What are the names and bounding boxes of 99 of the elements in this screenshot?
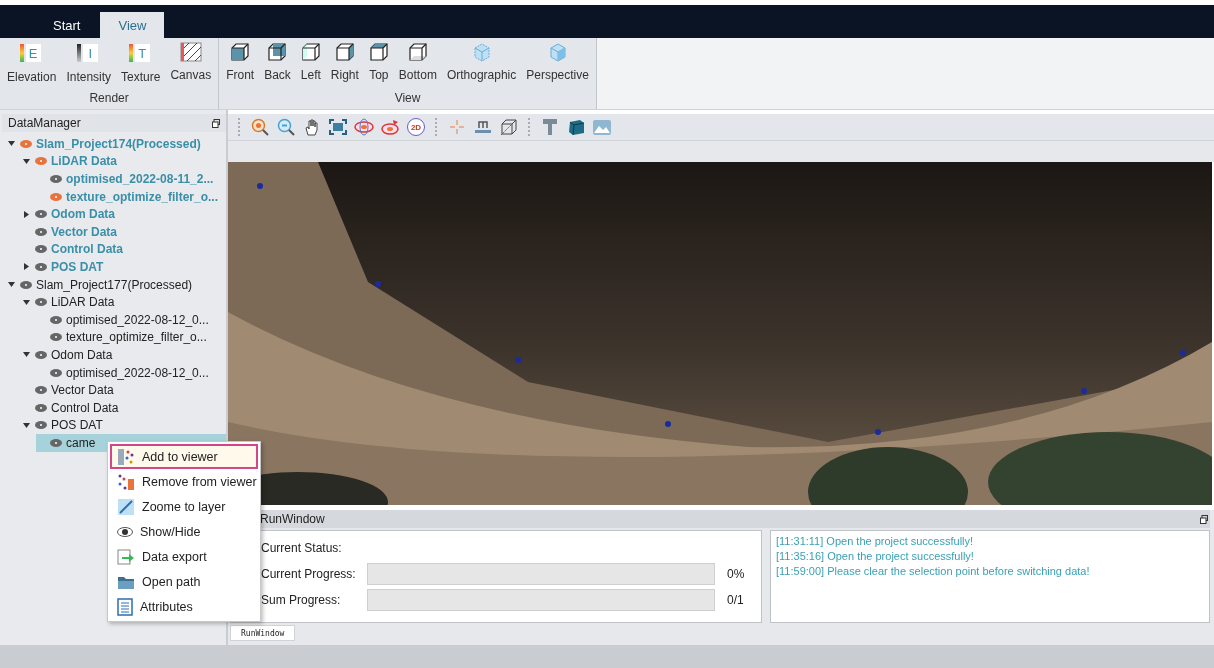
ribbon-button[interactable]: T Texture bbox=[116, 38, 166, 91]
menu-item[interactable]: Data export bbox=[110, 544, 258, 569]
orbit-icon[interactable] bbox=[351, 118, 377, 136]
cube-icon bbox=[407, 42, 428, 62]
caret-icon[interactable] bbox=[7, 140, 15, 148]
status-label: Current Status: bbox=[261, 541, 343, 555]
ribbon-button[interactable]: Bottom bbox=[393, 38, 442, 91]
tree-item[interactable]: Control Data bbox=[21, 398, 226, 417]
eye-icon[interactable] bbox=[35, 421, 47, 430]
scatter-remove-icon bbox=[117, 472, 135, 491]
tree-item[interactable]: POS DAT bbox=[21, 416, 226, 435]
ribbon-button-label: Perspective bbox=[526, 68, 589, 82]
caret-icon[interactable] bbox=[22, 157, 30, 165]
group-label: View bbox=[393, 91, 422, 107]
tree-item[interactable]: optimised_2022-08-12_0... bbox=[36, 310, 226, 329]
ribbon-button[interactable]: Right bbox=[325, 38, 364, 91]
caret-icon[interactable] bbox=[22, 351, 30, 359]
group-label: Render bbox=[88, 91, 130, 107]
eye-icon[interactable] bbox=[50, 368, 62, 377]
list-document-icon bbox=[117, 597, 133, 616]
eye-icon[interactable] bbox=[35, 350, 47, 359]
restore-icon[interactable] bbox=[1200, 514, 1208, 524]
eye-icon[interactable] bbox=[20, 139, 32, 148]
ribbon-button-label: Right bbox=[330, 68, 359, 82]
scatter-dots-icon bbox=[117, 447, 135, 466]
eye-icon[interactable] bbox=[35, 210, 47, 219]
eye-icon[interactable] bbox=[35, 403, 47, 412]
ribbon-button-label: Elevation bbox=[7, 70, 57, 84]
ribbon-button-label: Orthographic bbox=[446, 68, 517, 82]
progress-label: Current Progress: bbox=[261, 567, 357, 581]
progress-reading: 0/1 bbox=[726, 593, 745, 607]
ribbon-button-label: Bottom bbox=[398, 68, 437, 82]
tree-item[interactable]: optimised_2022-08-12_0... bbox=[36, 363, 226, 382]
progress-label: Sum Progress: bbox=[261, 593, 342, 607]
cube-icon bbox=[547, 42, 568, 62]
menu-item[interactable]: Show/Hide bbox=[110, 519, 258, 544]
caret-icon[interactable] bbox=[22, 263, 30, 271]
menu-item[interactable]: Remove from viewer bbox=[110, 469, 258, 494]
menu-item[interactable]: Attributes bbox=[110, 594, 258, 619]
ribbon-button[interactable]: Left bbox=[295, 38, 326, 91]
caret-icon[interactable] bbox=[22, 421, 30, 429]
ribbon-button[interactable]: Canvas bbox=[165, 38, 217, 91]
menu-item[interactable]: Open path bbox=[110, 569, 258, 594]
eye-icon[interactable] bbox=[50, 333, 62, 342]
menu-item[interactable]: Zoome to layer bbox=[110, 494, 258, 519]
tree-item[interactable]: Odom Data bbox=[21, 346, 226, 364]
hatch-icon bbox=[179, 42, 202, 62]
eye-icon[interactable] bbox=[35, 227, 47, 236]
tree-item[interactable]: Slam_Project177(Processed) bbox=[6, 275, 226, 294]
eye-icon[interactable] bbox=[50, 192, 62, 201]
ribbon-button[interactable]: E Elevation bbox=[2, 38, 62, 91]
ribbon-button-label: Top bbox=[369, 68, 389, 82]
cube-icon bbox=[230, 42, 251, 62]
cube-icon bbox=[334, 42, 355, 62]
eye-icon[interactable] bbox=[50, 438, 62, 447]
ribbon-button-label: Canvas bbox=[170, 68, 212, 82]
panel-tab[interactable]: RunWindow bbox=[230, 625, 296, 641]
ribbon-button-label: Texture bbox=[121, 70, 161, 84]
tree-item[interactable]: texture_optimize_filter_o... bbox=[36, 328, 226, 347]
log-line: [11:35:16] Open the project successfully! bbox=[776, 549, 975, 564]
log-line: [11:59:00] Please clear the selection point before switching data! bbox=[776, 564, 1091, 579]
ribbon-button[interactable]: Top bbox=[363, 38, 394, 91]
progress-reading: 0% bbox=[726, 567, 746, 581]
ribbon-button[interactable]: Orthographic bbox=[441, 38, 522, 91]
ribbon-button-label: Left bbox=[300, 68, 321, 82]
tree-item[interactable]: LiDAR Data bbox=[21, 293, 226, 311]
eye-icon[interactable] bbox=[35, 298, 47, 307]
cube-icon bbox=[300, 42, 321, 62]
panel-title: RunWindow bbox=[260, 512, 325, 526]
export-arrow-icon bbox=[117, 547, 135, 566]
cube-icon bbox=[267, 42, 288, 62]
eye-icon[interactable] bbox=[35, 157, 47, 166]
ribbon-tab[interactable]: View bbox=[100, 12, 165, 38]
panel-title: DataManager bbox=[8, 116, 81, 130]
ribbon-button[interactable]: Perspective bbox=[521, 38, 594, 91]
ribbon-button-label: Front bbox=[226, 68, 255, 82]
eye-icon[interactable] bbox=[50, 175, 62, 183]
view-2d-button[interactable]: 2D bbox=[407, 118, 425, 136]
cube-icon bbox=[471, 42, 492, 62]
eye-icon[interactable] bbox=[35, 245, 47, 254]
tree-item[interactable]: Vector Data bbox=[21, 381, 226, 399]
caret-icon[interactable] bbox=[22, 298, 30, 306]
eye-icon[interactable] bbox=[35, 262, 47, 271]
ribbon-tab[interactable]: Start bbox=[35, 12, 99, 38]
log-line: [11:31:11] Open the project successfully! bbox=[776, 534, 975, 549]
caret-icon[interactable] bbox=[22, 210, 30, 218]
eye-icon bbox=[117, 526, 133, 537]
ribbon-button[interactable]: Front bbox=[221, 38, 260, 91]
ribbon-button-label: Intensity bbox=[66, 70, 112, 84]
ribbon-button[interactable]: I Intensity bbox=[61, 38, 117, 91]
eye-icon[interactable] bbox=[35, 386, 47, 395]
caret-icon[interactable] bbox=[7, 281, 15, 289]
ribbon-button[interactable]: Back bbox=[259, 38, 296, 91]
ribbon-button-label: Back bbox=[264, 68, 291, 82]
menu-item[interactable]: Add to viewer bbox=[110, 444, 258, 469]
eye-icon[interactable] bbox=[50, 315, 62, 324]
cube-icon bbox=[368, 42, 389, 62]
restore-icon[interactable] bbox=[212, 118, 220, 128]
eye-icon[interactable] bbox=[20, 280, 32, 289]
